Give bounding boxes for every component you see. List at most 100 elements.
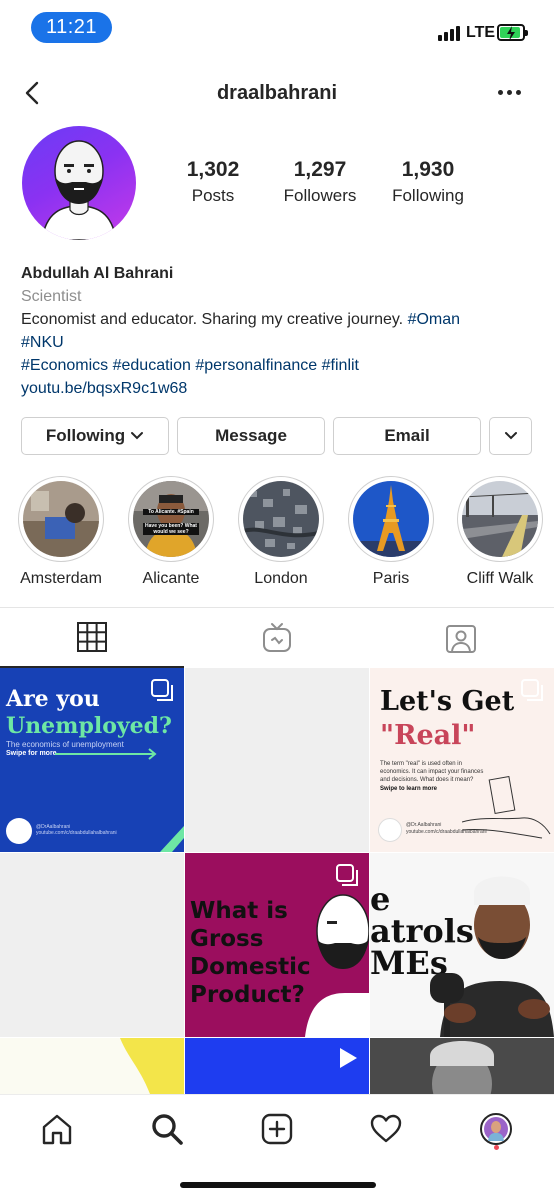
post-author-avatar (378, 818, 402, 842)
post-unemployed-line1: Are you (6, 686, 100, 712)
heart-icon (370, 1114, 402, 1143)
profile-tabs (0, 607, 554, 668)
following-button[interactable]: Following (21, 417, 169, 455)
search-icon (152, 1114, 183, 1145)
highlight-label: Paris (372, 570, 410, 587)
hashtag-line[interactable]: #Economics #education #personalfinance #… (21, 354, 541, 377)
highlight-alicante[interactable]: To Alicante. #Spain Have you been? What … (127, 476, 215, 588)
profile-bio: Abdullah Al Bahrani Scientist Economist … (21, 262, 541, 400)
hashtag-oman[interactable]: #Oman (408, 311, 460, 328)
network-type: LTE (466, 24, 496, 41)
post-real-line1: Let's Get (380, 686, 515, 717)
chevron-down-icon (131, 432, 144, 440)
post-real-line2: "Real" (380, 720, 476, 751)
post-placeholder[interactable] (0, 853, 184, 1037)
notification-dot (494, 1145, 499, 1150)
highlight-label: Alicante (142, 570, 200, 587)
profile-full-name: Abdullah Al Bahrani (21, 265, 174, 282)
highlight-amsterdam[interactable]: Amsterdam (17, 476, 105, 588)
chevron-down-icon (504, 432, 517, 440)
highlight-paris[interactable]: Paris (347, 476, 435, 588)
post-unemployed[interactable]: Are you Unemployed? The economics of une… (0, 668, 184, 852)
following-label: Following (392, 186, 464, 205)
followers-stat[interactable]: 1,297 Followers (274, 158, 366, 206)
highlight-alicante-image: To Alicante. #Spain Have you been? What … (133, 481, 209, 557)
profile-category: Scientist (21, 288, 82, 305)
yellow-shape (120, 1038, 184, 1094)
post-real-url: youtube.com/c/draabdullahalbahrani (406, 829, 487, 835)
more-options-icon[interactable] (498, 90, 521, 95)
post-gdp[interactable]: What is Gross Domestic Product? (185, 853, 369, 1037)
multiple-posts-icon (521, 679, 543, 701)
posts-count: 1,302 (186, 158, 240, 181)
profile-avatar-small (480, 1113, 512, 1145)
highlight-london-image (243, 481, 319, 557)
suggested-accounts-button[interactable] (489, 417, 532, 455)
post-placeholder[interactable] (185, 668, 369, 852)
nav-home[interactable] (37, 1109, 77, 1149)
bio-text: Economist and educator. Sharing my creat… (21, 311, 404, 328)
profile-header: draalbahrani (0, 70, 554, 118)
hashtag-nku[interactable]: #NKU (21, 331, 541, 354)
followers-label: Followers (283, 186, 357, 205)
nav-profile[interactable] (476, 1109, 516, 1149)
highlight-cliff-walk-image (462, 481, 538, 557)
tagged-icon (446, 625, 476, 653)
profile-username: draalbahrani (216, 82, 338, 104)
message-button[interactable]: Message (177, 417, 325, 455)
post-lets-get-real[interactable]: Let's Get "Real" The term "real" is used… (370, 668, 554, 852)
posts-stat[interactable]: 1,302 Posts (172, 158, 254, 206)
following-button-label: Following (45, 426, 126, 445)
play-video-icon (340, 1048, 357, 1068)
nav-activity[interactable] (366, 1109, 406, 1149)
message-button-label: Message (215, 426, 287, 445)
tab-tagged[interactable] (369, 608, 553, 668)
post-author-avatar (6, 818, 32, 844)
bio-link[interactable]: youtu.be/bqsxR9c1w68 (21, 377, 541, 400)
highlight-label: Cliff Walk (466, 570, 534, 587)
post-gdp-title: What is Gross Domestic Product? (190, 898, 311, 1008)
battery-charging-icon (497, 24, 528, 41)
multiple-posts-icon (336, 864, 358, 886)
followers-count: 1,297 (293, 158, 347, 181)
decorative-stripe (160, 826, 184, 852)
highlight-london[interactable]: London (237, 476, 325, 588)
highlight-label: London (254, 570, 308, 587)
add-post-icon (261, 1113, 293, 1145)
email-button[interactable]: Email (333, 417, 481, 455)
tab-igtv[interactable] (185, 608, 369, 668)
email-button-label: Email (384, 426, 430, 445)
arrow-right-icon (55, 748, 157, 760)
post-real-handle: @Dr.Aalbahrani (406, 822, 442, 828)
highlight-amsterdam-image (23, 481, 99, 557)
alicante-caption-line3: would we see? (143, 529, 199, 535)
post-unemployed-cta: Swipe for more (6, 750, 57, 757)
profile-avatar[interactable] (22, 126, 136, 240)
multiple-posts-icon (151, 679, 173, 701)
post-video-smes[interactable]: e atrols MEs (370, 853, 554, 1037)
bio-description: Economist and educator. Sharing my creat… (21, 308, 541, 331)
highlight-cliff-walk[interactable]: Cliff Walk (456, 476, 544, 588)
posts-label: Posts (191, 186, 235, 205)
home-icon (42, 1114, 72, 1145)
presenter-photo (430, 876, 554, 1037)
portrait-photo (370, 1038, 554, 1118)
post-real-cta: Swipe to learn more (380, 786, 438, 792)
alicante-caption-line1: To Alicante. #Spain (143, 509, 199, 515)
igtv-icon (263, 623, 291, 652)
post-unemployed-line2: Unemployed? (6, 713, 172, 739)
nav-search[interactable] (147, 1109, 187, 1149)
nav-create[interactable] (257, 1109, 297, 1149)
cellular-signal-icon (438, 26, 460, 41)
post-unemployed-url: youtube.com/c/draabdullahalbahrani (36, 830, 117, 836)
money-hand-illustration (462, 775, 551, 839)
following-stat[interactable]: 1,930 Following (382, 158, 474, 206)
status-bar: 11:21 LTE (0, 0, 554, 56)
highlight-paris-image (353, 481, 429, 557)
alicante-story-caption: To Alicante. #Spain Have you been? What … (143, 509, 199, 535)
tab-posts-grid[interactable] (0, 608, 184, 668)
home-indicator[interactable] (180, 1182, 376, 1188)
grid-icon (77, 622, 107, 652)
status-time: 11:21 (31, 12, 112, 43)
following-count: 1,930 (401, 158, 455, 181)
